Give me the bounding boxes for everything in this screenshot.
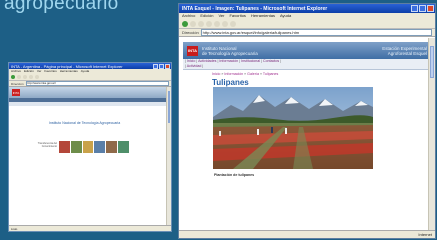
stop-icon[interactable] — [198, 20, 204, 27]
photo-thumbnail[interactable] — [118, 141, 129, 153]
nav-informacion[interactable]: Información — [219, 59, 238, 63]
maximize-icon[interactable] — [419, 5, 426, 12]
menu-item-edicion[interactable]: Edición — [200, 13, 213, 19]
background-title: agropecuario — [4, 0, 119, 14]
close-icon[interactable] — [165, 63, 170, 69]
browser-window-back[interactable]: INTA - Argentina - Página principal - Mi… — [8, 62, 172, 232]
nav-institucional[interactable]: Institucional — [241, 59, 260, 63]
scrollbar[interactable] — [428, 38, 435, 230]
status-zone: Internet — [418, 232, 432, 237]
scrollbar-thumb[interactable] — [168, 91, 170, 123]
menu-item-favoritos[interactable]: Favoritos — [44, 69, 56, 73]
breadcrumb-tulipanes: Tulipanes — [262, 72, 279, 76]
address-label: Dirección — [11, 81, 24, 86]
nav-actividades[interactable]: Actividades — [198, 59, 216, 63]
site-banner: INTA Instituto Nacional de Tecnología Ag… — [183, 42, 431, 59]
org-line-2: de Tecnología Agropecuaria — [202, 50, 258, 56]
forward-icon[interactable] — [190, 20, 196, 27]
status-bar: Listo — [9, 225, 171, 231]
menu-item-favoritos[interactable]: Favoritos — [229, 13, 245, 19]
breadcrumb-informacion[interactable]: Información — [224, 72, 243, 76]
site-heading: Instituto Nacional de Tecnología Agropec… — [49, 121, 121, 125]
photo-caption: Plantación de tulipanes — [214, 173, 255, 177]
photo-caption: Transferencia del Conocimiento — [37, 142, 57, 148]
refresh-icon[interactable] — [29, 74, 33, 79]
minimize-icon[interactable] — [411, 5, 418, 12]
menu-item-herramientas[interactable]: Herramientas — [60, 69, 78, 73]
menu-item-archivo[interactable]: Archivo — [182, 13, 195, 19]
nav-actividad[interactable]: Actividad — [187, 64, 202, 68]
minimize-icon[interactable] — [153, 63, 158, 69]
menu-item-ayuda[interactable]: Ayuda — [280, 13, 291, 19]
stop-icon[interactable] — [23, 74, 27, 79]
menu-item-herramientas[interactable]: Herramientas — [251, 13, 275, 19]
toolbar — [179, 19, 435, 29]
address-input[interactable]: http://www.inta.gov.ar/ — [25, 81, 169, 86]
home-icon[interactable] — [35, 74, 39, 79]
page-content: INTA Instituto Nacional de Tecnología Ag… — [179, 38, 435, 230]
tulip-field-photo[interactable] — [213, 87, 373, 169]
titlebar[interactable]: INTA Esquel - Imagen: Tulipanes - Micros… — [179, 4, 435, 13]
photo-thumbnail[interactable] — [94, 141, 106, 153]
window-title: INTA - Argentina - Página principal - Mi… — [11, 63, 123, 69]
photo-thumbnail[interactable] — [106, 141, 118, 153]
photo-thumbnail[interactable] — [82, 141, 94, 153]
station-line-2: Agroforestal Esquel — [387, 50, 427, 56]
photo-strip — [59, 141, 129, 153]
page-content: INTA — [9, 87, 171, 225]
nav-contactos[interactable]: Contactos — [263, 59, 279, 63]
breadcrumb-galeria[interactable]: Galería — [247, 72, 259, 76]
site-nav: | Inicio | Actividades | Información | I… — [183, 59, 431, 70]
menu-item-ver[interactable]: Ver — [37, 69, 42, 73]
scrollbar-thumb[interactable] — [430, 46, 434, 78]
favorites-icon[interactable] — [230, 20, 236, 27]
inta-logo[interactable]: INTA — [12, 89, 20, 96]
inta-logo[interactable]: INTA — [187, 45, 198, 56]
menu-item-edicion[interactable]: Edición — [24, 69, 34, 73]
status-bar: Internet — [179, 230, 435, 238]
status-text: Listo — [11, 226, 18, 231]
refresh-icon[interactable] — [206, 20, 212, 27]
address-label: Dirección — [182, 30, 199, 35]
back-icon[interactable] — [182, 20, 188, 27]
home-icon[interactable] — [214, 20, 220, 27]
address-bar: Dirección http://www.inta.gov.ar/esquel/… — [179, 29, 435, 37]
photo-thumbnail[interactable] — [59, 141, 70, 153]
menu-item-ayuda[interactable]: Ayuda — [81, 69, 89, 73]
close-icon[interactable] — [427, 5, 434, 12]
photo-thumbnail[interactable] — [70, 141, 82, 153]
station-line-1: Estación Experimental — [382, 45, 427, 51]
page-title: Tulipanes — [212, 78, 249, 87]
back-icon[interactable] — [11, 74, 15, 79]
menu-item-archivo[interactable]: Archivo — [11, 69, 21, 73]
browser-window-front[interactable]: INTA Esquel - Imagen: Tulipanes - Micros… — [178, 3, 436, 239]
address-input[interactable]: http://www.inta.gov.ar/esquel/info/galer… — [200, 29, 432, 36]
maximize-icon[interactable] — [159, 63, 164, 69]
window-title: INTA Esquel - Imagen: Tulipanes - Micros… — [182, 5, 328, 12]
forward-icon[interactable] — [17, 74, 21, 79]
menu-item-ver[interactable]: Ver — [218, 13, 224, 19]
org-name: Instituto Nacional de Tecnología Agropec… — [202, 46, 258, 56]
station-name: Estación Experimental Agroforestal Esque… — [382, 46, 427, 56]
site-banner: INTA — [9, 87, 171, 98]
breadcrumb: Inicio » Información » Galería » Tulipan… — [212, 72, 279, 76]
site-menu — [9, 102, 171, 106]
search-icon[interactable] — [222, 20, 228, 27]
scrollbar[interactable] — [166, 87, 171, 225]
toolbar — [9, 73, 171, 81]
